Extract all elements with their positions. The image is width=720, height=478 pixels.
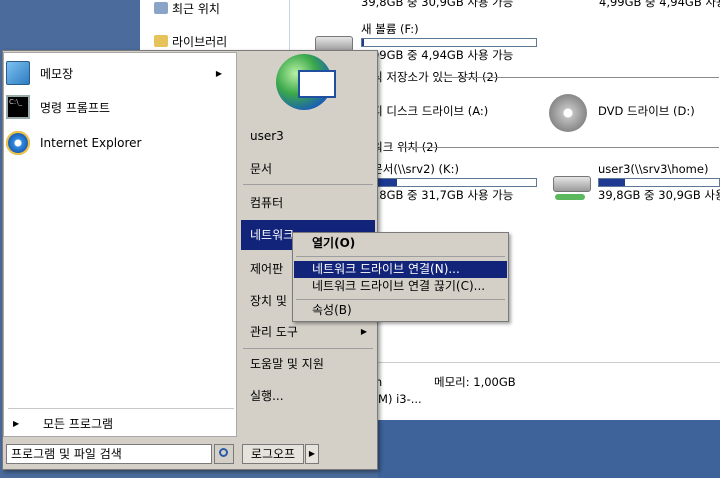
cmd-icon: C:\_ bbox=[6, 95, 30, 119]
menu-label: 실행... bbox=[250, 389, 284, 403]
drive-f-label[interactable]: 새 볼륨 (F:) bbox=[361, 22, 419, 36]
menu-label: 도움말 및 지원 bbox=[250, 357, 324, 371]
search-button[interactable] bbox=[214, 444, 234, 464]
shutdown-options-button[interactable]: ▶ bbox=[305, 444, 319, 464]
pinned-notepad[interactable]: 메모장 ▶ bbox=[6, 58, 232, 88]
network-cable-icon bbox=[555, 194, 585, 200]
pinned-label: 명령 프롬프트 bbox=[40, 100, 111, 115]
ctx-disconnect-network-drive[interactable]: 네트워크 드라이브 연결 끊기(C)... bbox=[294, 278, 507, 295]
user-picture-globe-icon bbox=[276, 54, 336, 110]
nav-label: 최근 위치 bbox=[172, 2, 220, 16]
ctx-open[interactable]: 열기(O) bbox=[294, 235, 507, 252]
drive-f-free-text: 4,99GB 중 4,94GB 사용 가능 bbox=[361, 48, 514, 62]
menu-label: 장치 및 bbox=[250, 294, 287, 308]
nav-label: 라이브러리 bbox=[172, 35, 228, 49]
network-drive-home-label[interactable]: user3(\\srv3\home) bbox=[598, 162, 708, 176]
notepad-icon bbox=[6, 61, 30, 85]
menu-label: 관리 도구 bbox=[250, 325, 298, 339]
menu-help[interactable]: 도움말 및 지원 bbox=[241, 349, 375, 379]
menu-label: user3 bbox=[250, 129, 284, 143]
pinned-label: Internet Explorer bbox=[40, 136, 142, 150]
pinned-internet-explorer[interactable]: Internet Explorer bbox=[6, 128, 232, 158]
ctx-properties[interactable]: 속성(B) bbox=[294, 302, 507, 319]
search-icon bbox=[219, 448, 228, 457]
pinned-label: 메모장 bbox=[40, 66, 74, 81]
drive-free-text: 39,8GB 중 30,9GB 사용 가능 bbox=[361, 0, 514, 9]
all-programs-label: 모든 프로그램 bbox=[43, 417, 114, 431]
network-drive-home-free-text: 39,8GB 중 30,9GB 사용 가능 bbox=[598, 188, 720, 202]
ctx-divider bbox=[296, 256, 505, 257]
drive-f-usage-bar bbox=[361, 38, 537, 47]
ctx-map-network-drive[interactable]: 네트워크 드라이브 연결(N)... bbox=[294, 261, 507, 278]
menu-documents[interactable]: 문서 bbox=[241, 154, 375, 184]
menu-label: 컴퓨터 bbox=[250, 196, 284, 210]
menu-label: 문서 bbox=[250, 162, 273, 176]
menu-label: 네트워크 bbox=[250, 228, 295, 242]
menu-label: 제어판 bbox=[250, 262, 284, 276]
menu-user3[interactable]: user3 bbox=[241, 121, 375, 151]
dvd-drive-label[interactable]: DVD 드라이브 (D:) bbox=[598, 104, 695, 118]
chevron-right-icon: ▶ bbox=[308, 449, 316, 458]
details-memory: 메모리: 1,00GB bbox=[434, 375, 516, 389]
network-drive-k-free-text: 39,8GB 중 31,7GB 사용 가능 bbox=[361, 188, 514, 202]
network-drive-k-usage-bar bbox=[361, 178, 537, 187]
expand-arrow-icon: ▶ bbox=[13, 419, 20, 428]
ie-icon bbox=[6, 131, 30, 155]
submenu-arrow-icon: ▶ bbox=[215, 68, 222, 78]
search-input[interactable]: 프로그램 및 파일 검색 bbox=[6, 444, 212, 464]
logoff-button[interactable]: 로그오프 bbox=[242, 444, 304, 464]
drive-free-text: 4,99GB 중 4,94GB 사용 가능 bbox=[599, 0, 720, 9]
nav-item-recent[interactable]: 최근 위치 bbox=[154, 0, 220, 18]
group-divider bbox=[401, 147, 719, 148]
recent-places-icon bbox=[154, 2, 168, 14]
desktop-area bbox=[378, 420, 720, 478]
ctx-divider bbox=[296, 299, 505, 300]
programs-divider bbox=[8, 408, 234, 409]
details-cpu: TM) i3-... bbox=[371, 392, 422, 406]
network-drive-home-usage-bar bbox=[598, 178, 720, 187]
nav-item-libraries[interactable]: 라이브러리 bbox=[154, 33, 228, 51]
library-icon bbox=[154, 35, 168, 47]
all-programs-button[interactable]: ▶ 모든 프로그램 bbox=[3, 410, 237, 438]
menu-run[interactable]: 실행... bbox=[241, 381, 375, 411]
group-divider bbox=[439, 77, 719, 78]
network-drive-icon bbox=[553, 176, 591, 192]
dvd-drive-icon bbox=[549, 94, 587, 132]
menu-divider bbox=[243, 184, 373, 185]
pinned-command-prompt[interactable]: C:\_ 명령 프롬프트 bbox=[6, 92, 232, 122]
menu-computer[interactable]: 컴퓨터 bbox=[241, 188, 375, 218]
